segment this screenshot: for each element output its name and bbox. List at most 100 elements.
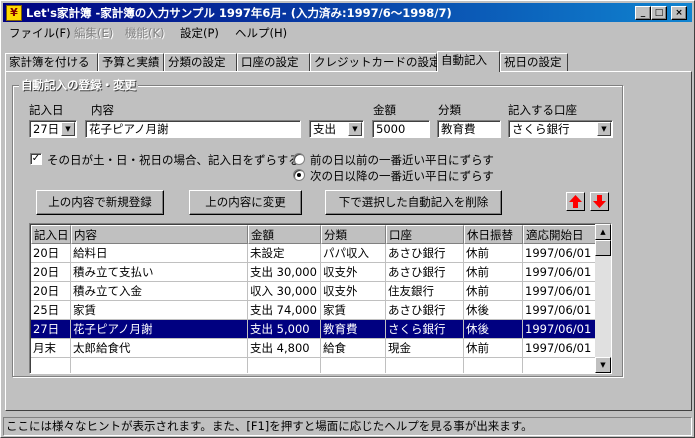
scroll-up-icon[interactable]: ▲ <box>595 224 611 240</box>
tab-budget[interactable]: 予算と実績 <box>98 53 164 71</box>
move-down-button[interactable] <box>590 192 609 211</box>
column-header[interactable]: 内容 <box>71 225 248 244</box>
table-cell: 20日 <box>31 282 71 301</box>
column-header[interactable]: 金額 <box>248 225 321 244</box>
table-cell: 家賃 <box>71 301 248 320</box>
table-row[interactable] <box>31 358 597 373</box>
chevron-down-icon[interactable]: ▼ <box>597 122 611 136</box>
scroll-down-icon[interactable]: ▼ <box>595 357 611 373</box>
menu-functions[interactable]: 機能(K) <box>125 25 165 41</box>
table-cell: 収支外 <box>321 282 386 301</box>
scroll-thumb[interactable] <box>595 240 611 256</box>
table-cell: 休前 <box>464 339 523 358</box>
table-cell: 現金 <box>386 339 464 358</box>
table-cell <box>386 358 464 373</box>
table-cell: 支出 30,000 <box>248 263 321 282</box>
table-cell <box>71 358 248 373</box>
change-button[interactable]: 上の内容に変更 <box>189 190 302 215</box>
table-cell: 給食 <box>321 339 386 358</box>
table-cell <box>464 358 523 373</box>
close-button[interactable]: × <box>671 6 687 20</box>
menu-edit[interactable]: 編集(E) <box>74 25 113 41</box>
table-cell: 休前 <box>464 244 523 263</box>
table-cell: 教育費 <box>321 320 386 339</box>
table-cell: 1997/06/01 <box>523 339 597 358</box>
table-cell: 住友銀行 <box>386 282 464 301</box>
table-cell: 月末 <box>31 339 71 358</box>
table-cell: 収支外 <box>321 263 386 282</box>
title-bar[interactable]: ¥ Let's家計簿 -家計簿の入力サンプル 1997年6月- (入力済み:19… <box>3 3 692 22</box>
column-header[interactable]: 記入日 <box>31 225 71 244</box>
tab-credit-cards[interactable]: クレジットカードの設定 <box>310 53 441 71</box>
shift-before-label: 前の日以前の一番近い平日にずらす <box>310 153 494 167</box>
table-cell: 支出 74,000 <box>248 301 321 320</box>
table-cell <box>523 358 597 373</box>
weekend-shift-checkbox[interactable]: ✓ <box>30 153 42 165</box>
day-label: 記入日 <box>29 103 64 117</box>
content-input[interactable]: 花子ピアノ月謝 <box>85 120 301 138</box>
window-title: Let's家計簿 -家計簿の入力サンプル 1997年6月- (入力済み:1997… <box>26 6 452 20</box>
column-header[interactable]: 適応開始日 <box>523 225 597 244</box>
auto-entry-table[interactable]: 記入日 内容 金額 分類 口座 休日振替 適応開始日 20日 給料日 未設定 パパ収入… <box>29 223 612 374</box>
table-cell: 未設定 <box>248 244 321 263</box>
table-cell: さくら銀行 <box>386 320 464 339</box>
table-cell: 太郎給食代 <box>71 339 248 358</box>
table-cell: 25日 <box>31 301 71 320</box>
table-cell: 休前 <box>464 263 523 282</box>
category-input[interactable]: 教育費 <box>437 120 501 138</box>
table-cell: 支出 4,800 <box>248 339 321 358</box>
shift-after-label: 次の日以降の一番近い平日にずらす <box>310 169 494 183</box>
tab-auto-entry[interactable]: 自動記入 <box>437 51 500 72</box>
chevron-down-icon[interactable]: ▼ <box>348 122 362 136</box>
account-label: 記入する口座 <box>508 103 577 117</box>
table-cell: 27日 <box>31 320 71 339</box>
table-cell: あさひ銀行 <box>386 301 464 320</box>
menu-help[interactable]: ヘルプ(H) <box>235 25 287 41</box>
account-select[interactable]: さくら銀行 ▼ <box>508 120 613 138</box>
tab-kakeibo[interactable]: 家計簿を付ける <box>5 53 98 71</box>
day-select[interactable]: 27日 ▼ <box>29 120 77 138</box>
table-row[interactable]: 20日 積み立て支払い 支出 30,000 収支外 あさひ銀行 休前 1997/06/01 <box>31 263 597 282</box>
column-header[interactable]: 分類 <box>321 225 386 244</box>
table-cell: あさひ銀行 <box>386 244 464 263</box>
direction-select[interactable]: 支出 ▼ <box>309 120 364 138</box>
app-icon[interactable]: ¥ <box>6 5 22 21</box>
maximize-button[interactable]: □ <box>651 6 667 20</box>
shift-after-radio[interactable] <box>293 169 305 181</box>
column-header[interactable]: 休日振替 <box>464 225 523 244</box>
content-label: 内容 <box>91 103 114 117</box>
minimize-button[interactable]: _ <box>635 6 651 20</box>
tab-holidays[interactable]: 祝日の設定 <box>500 53 568 71</box>
table-cell: 20日 <box>31 263 71 282</box>
move-up-button[interactable] <box>566 192 585 211</box>
table-cell <box>321 358 386 373</box>
table-cell: 休後 <box>464 320 523 339</box>
delete-button[interactable]: 下で選択した自動記入を削除 <box>325 190 502 215</box>
register-new-button[interactable]: 上の内容で新規登録 <box>36 190 164 215</box>
menu-settings[interactable]: 設定(P) <box>180 25 219 41</box>
tab-categories[interactable]: 分類の設定 <box>164 53 237 71</box>
chevron-down-icon[interactable]: ▼ <box>61 122 75 136</box>
table-row[interactable]: 27日 花子ピアノ月謝 支出 5,000 教育費 さくら銀行 休後 1997/06/01 <box>31 320 597 339</box>
tab-accounts[interactable]: 口座の設定 <box>237 53 310 71</box>
table-cell: 家賃 <box>321 301 386 320</box>
table-row[interactable]: 月末 太郎給食代 支出 4,800 給食 現金 休前 1997/06/01 <box>31 339 597 358</box>
amount-label: 金額 <box>373 103 396 117</box>
table-cell: 1997/06/01 <box>523 301 597 320</box>
table-cell: 給料日 <box>71 244 248 263</box>
column-header[interactable]: 口座 <box>386 225 464 244</box>
menu-file[interactable]: ファイル(F) <box>9 25 71 41</box>
table-cell: 収入 30,000 <box>248 282 321 301</box>
weekend-shift-label: その日が土・日・祝日の場合、記入日をずらする <box>47 153 300 167</box>
table-row[interactable]: 20日 積み立て入金 収入 30,000 収支外 住友銀行 休前 1997/06/01 <box>31 282 597 301</box>
arrow-down-icon <box>593 195 606 208</box>
table-row[interactable]: 25日 家賃 支出 74,000 家賃 あさひ銀行 休後 1997/06/01 <box>31 301 597 320</box>
table-row[interactable]: 20日 給料日 未設定 パパ収入 あさひ銀行 休前 1997/06/01 <box>31 244 597 263</box>
table-scrollbar[interactable]: ▲ ▼ <box>595 224 611 373</box>
menu-bar: ファイル(F) 編集(E) 機能(K) 設定(P) ヘルプ(H) <box>3 23 692 41</box>
shift-before-radio[interactable] <box>293 153 305 165</box>
amount-input[interactable]: 5000 <box>372 120 430 138</box>
table-cell: 20日 <box>31 244 71 263</box>
table-cell <box>248 358 321 373</box>
table-cell: パパ収入 <box>321 244 386 263</box>
